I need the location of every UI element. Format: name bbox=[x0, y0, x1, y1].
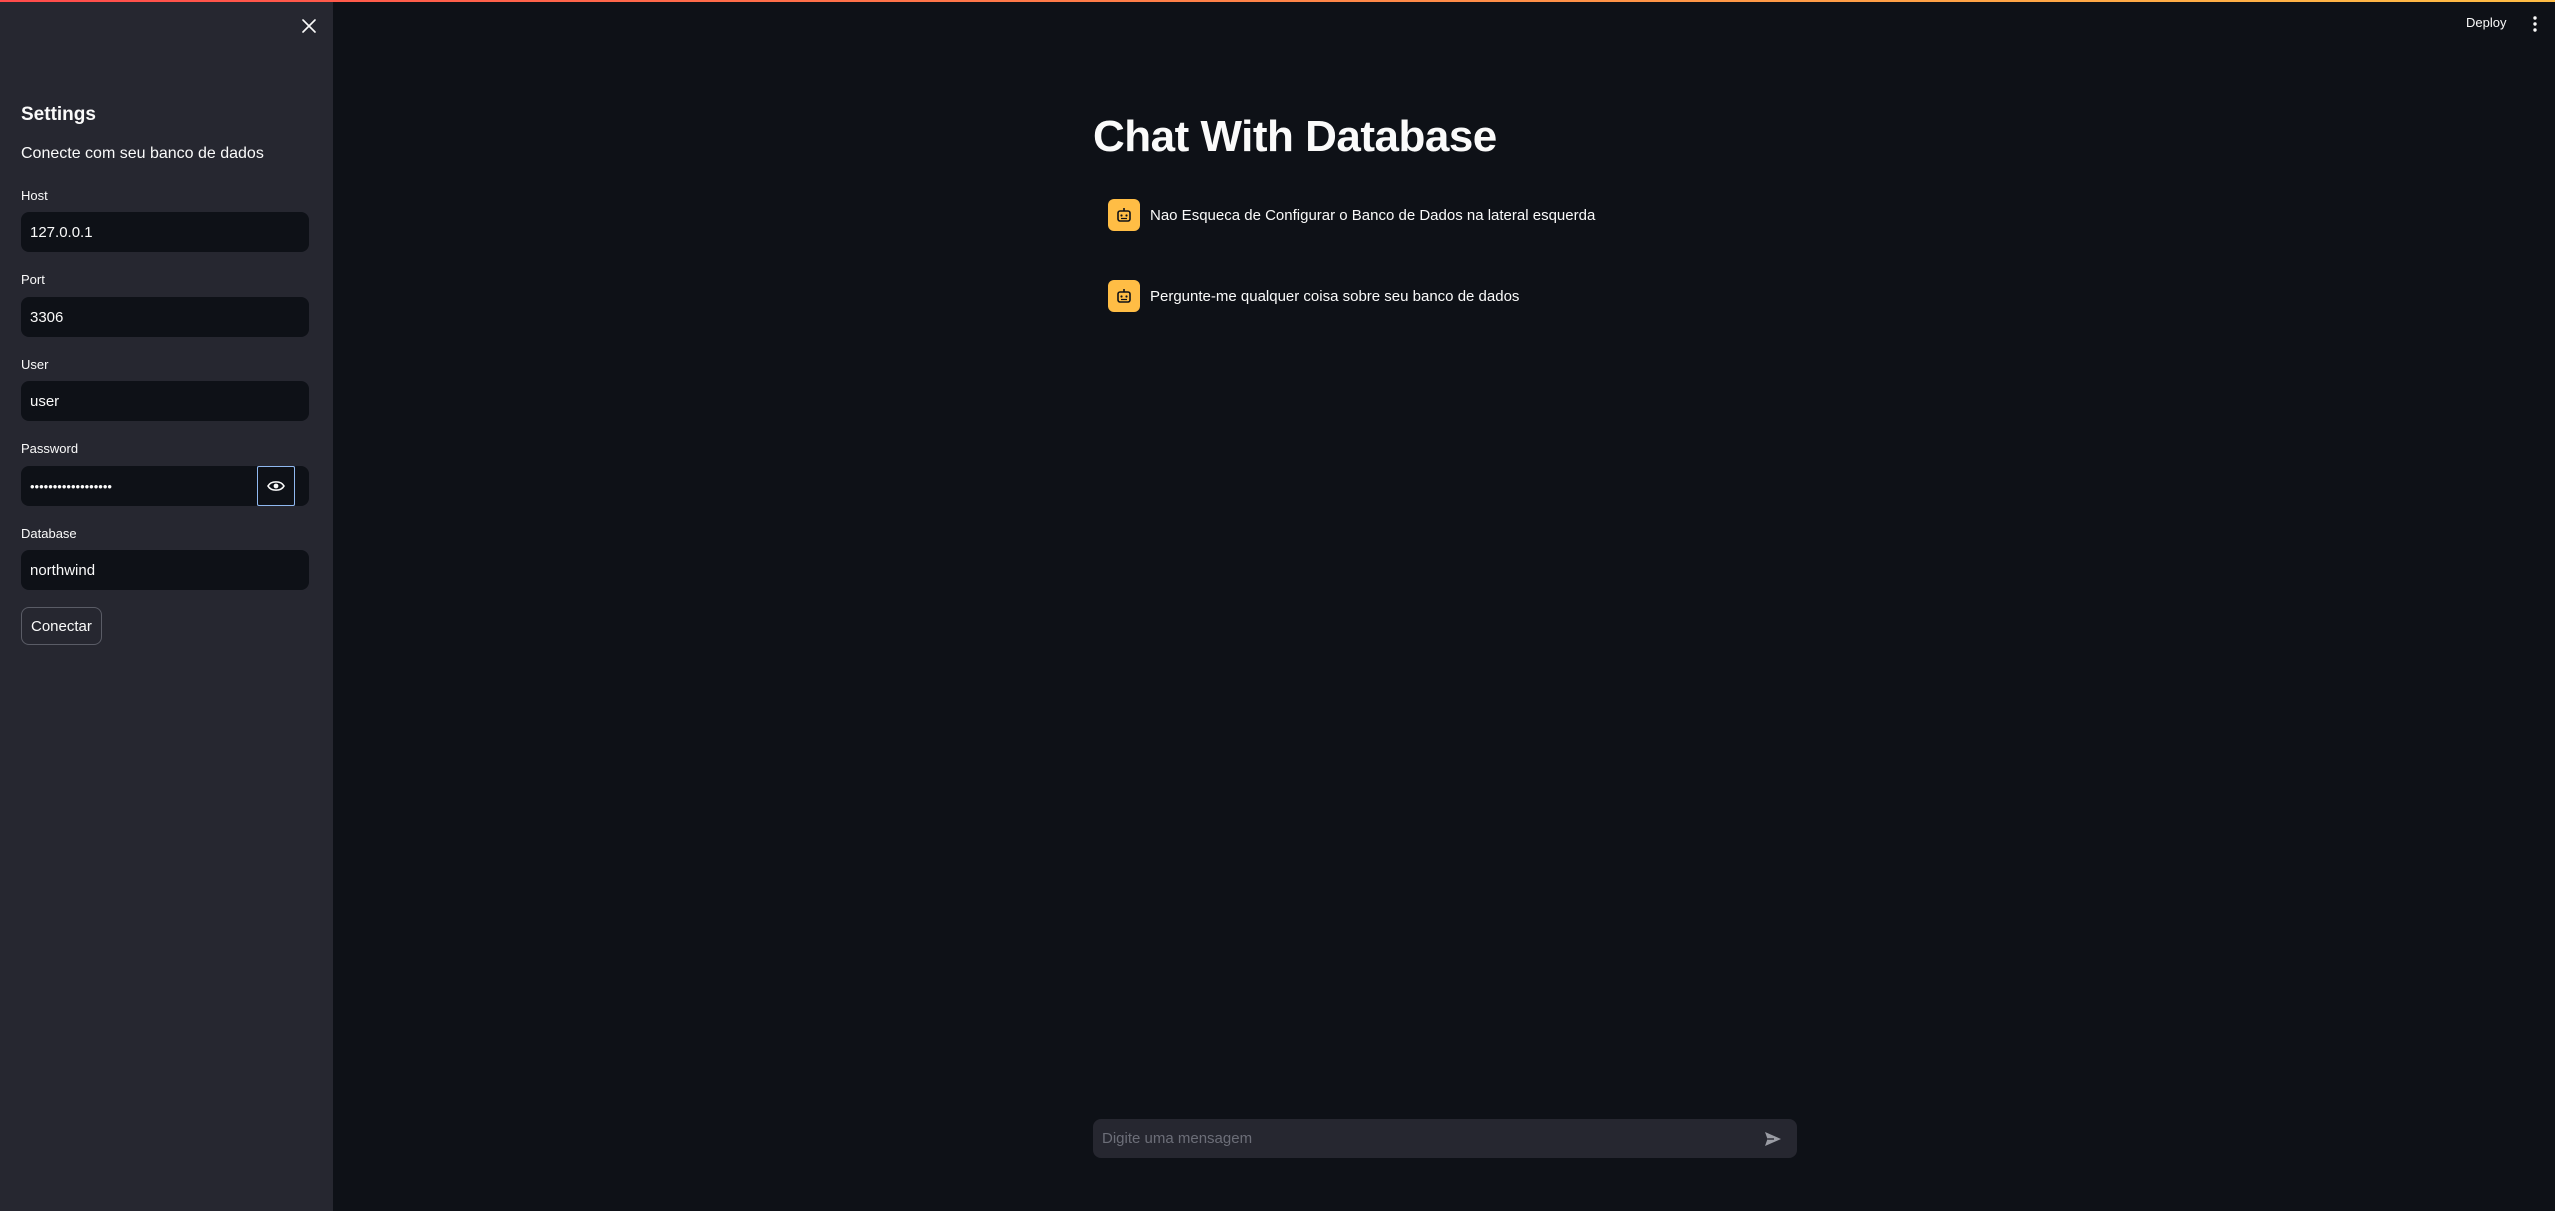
database-label: Database bbox=[21, 526, 77, 541]
page-title: Chat With Database bbox=[1093, 112, 1497, 161]
close-sidebar-button[interactable] bbox=[297, 14, 321, 38]
sidebar-title: Settings bbox=[21, 104, 96, 125]
password-label: Password bbox=[21, 441, 79, 456]
robot-icon bbox=[1117, 289, 1131, 303]
show-password-button[interactable] bbox=[257, 466, 295, 506]
send-icon bbox=[1765, 1131, 1781, 1146]
host-label: Host bbox=[21, 188, 48, 203]
chat-message-text: Pergunte-me qualquer coisa sobre seu ban… bbox=[1150, 287, 1520, 305]
kebab-menu-icon bbox=[2533, 16, 2537, 32]
chat-input[interactable] bbox=[1093, 1118, 1761, 1159]
password-field-end bbox=[295, 466, 309, 506]
top-decoration-bar bbox=[0, 0, 2555, 2]
sidebar-subtitle: Conecte com seu banco de dados bbox=[21, 145, 264, 162]
deploy-button[interactable]: Deploy bbox=[2466, 15, 2506, 30]
chat-message-text: Nao Esqueca de Configurar o Banco de Dad… bbox=[1150, 206, 1596, 224]
port-input[interactable]: 3306 bbox=[21, 297, 309, 337]
send-button[interactable] bbox=[1761, 1127, 1785, 1151]
port-label: Port bbox=[21, 272, 45, 287]
bot-avatar bbox=[1108, 199, 1140, 231]
user-input[interactable]: user bbox=[21, 381, 309, 421]
connect-button[interactable]: Conectar bbox=[21, 607, 102, 645]
password-input[interactable]: •••••••••••••••••• bbox=[21, 466, 257, 506]
host-input[interactable]: 127.0.0.1 bbox=[21, 212, 309, 252]
sidebar: Settings Conecte com seu banco de dados … bbox=[0, 0, 333, 1211]
chat-message: Pergunte-me qualquer coisa sobre seu ban… bbox=[1108, 280, 1519, 312]
close-icon bbox=[302, 19, 316, 33]
robot-icon bbox=[1117, 208, 1131, 222]
user-label: User bbox=[21, 357, 49, 372]
eye-icon bbox=[267, 481, 285, 491]
main-menu-button[interactable] bbox=[2530, 14, 2540, 34]
database-input[interactable]: northwind bbox=[21, 550, 309, 590]
bot-avatar bbox=[1108, 280, 1140, 312]
chat-input-container bbox=[1093, 1118, 1797, 1159]
chat-message: Nao Esqueca de Configurar o Banco de Dad… bbox=[1108, 199, 1595, 231]
